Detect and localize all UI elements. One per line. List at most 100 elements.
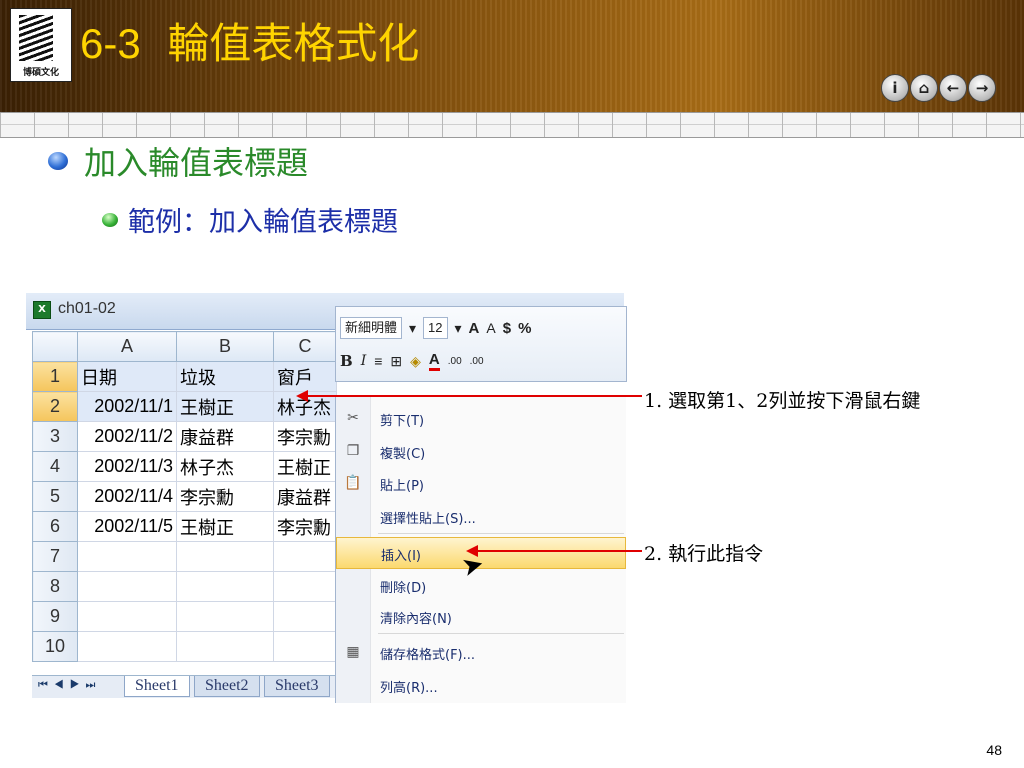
sheet-tab-3[interactable]: Sheet3	[264, 676, 330, 697]
annotation-note-1: 1. 選取第1、2列並按下滑鼠右鍵	[644, 390, 921, 412]
workbook-title: ch01-02	[58, 300, 116, 317]
cell[interactable]: 林子杰	[176, 451, 274, 482]
cell[interactable]	[176, 571, 274, 602]
column-header-b[interactable]: B	[176, 331, 274, 362]
cell[interactable]	[176, 601, 274, 632]
menu-separator	[378, 633, 624, 634]
menu-item-cut[interactable]: ✂ 剪下(T)	[336, 403, 626, 433]
cell[interactable]: 2002/11/3	[77, 451, 177, 482]
chevron-down-icon[interactable]: ▾	[455, 320, 462, 337]
format-cells-icon: ▦	[346, 644, 360, 660]
cell[interactable]: 王樹正	[273, 451, 337, 482]
cell[interactable]	[77, 631, 177, 662]
font-size-select[interactable]: 12	[423, 317, 448, 339]
cell[interactable]: 李宗勳	[273, 511, 337, 542]
table-row: 1 日期 垃圾 窗戶	[32, 361, 337, 392]
menu-item-format-cells[interactable]: ▦ 儲存格格式(F)...	[336, 637, 626, 667]
cell[interactable]	[77, 541, 177, 572]
annotation-arrow-1	[306, 395, 642, 397]
cell[interactable]: 李宗勳	[176, 481, 274, 512]
menu-item-label: 清除內容(N)	[380, 612, 452, 627]
bold-button[interactable]: B	[340, 352, 353, 370]
menu-item-label: 貼上(P)	[380, 479, 424, 494]
menu-item-label: 列高(R)...	[380, 681, 438, 696]
menu-item-label: 剪下(T)	[380, 414, 425, 429]
cell[interactable]: 2002/11/1	[77, 391, 177, 422]
home-icon[interactable]: ⌂	[910, 74, 938, 102]
fill-color-icon[interactable]: ◈	[410, 353, 421, 370]
cell[interactable]: 康益群	[176, 421, 274, 452]
cell[interactable]: 王樹正	[176, 391, 274, 422]
sheet-nav-arrows-icon[interactable]: ⏮◀▶⏭	[38, 679, 101, 692]
row-header[interactable]: 10	[32, 631, 78, 662]
info-icon[interactable]: i	[881, 74, 909, 102]
green-bullet-icon	[102, 212, 118, 227]
menu-item-row-height[interactable]: 列高(R)...	[336, 670, 626, 700]
align-center-icon[interactable]: ≡	[374, 353, 382, 369]
cell[interactable]: 李宗勳	[273, 421, 337, 452]
cell[interactable]: 2002/11/5	[77, 511, 177, 542]
cell[interactable]	[176, 541, 274, 572]
table-row: 10	[32, 631, 337, 662]
cell[interactable]	[77, 571, 177, 602]
forward-icon[interactable]: →	[968, 74, 996, 102]
cell[interactable]: 2002/11/4	[77, 481, 177, 512]
column-header-a[interactable]: A	[77, 331, 177, 362]
menu-item-label: 插入(I)	[381, 549, 421, 564]
row-header[interactable]: 2	[32, 391, 78, 422]
row-header[interactable]: 7	[32, 541, 78, 572]
grow-font-button[interactable]: A	[469, 320, 480, 337]
row-header[interactable]: 9	[32, 601, 78, 632]
font-color-button[interactable]: A	[428, 351, 440, 371]
column-header-c[interactable]: C	[273, 331, 337, 362]
cell[interactable]	[77, 601, 177, 632]
bullet-level2: 範例：加入輪值表標題	[102, 200, 398, 239]
currency-button[interactable]: $	[503, 320, 511, 337]
row-header[interactable]: 6	[32, 511, 78, 542]
table-row: 4 2002/11/3 林子杰 王樹正	[32, 451, 337, 482]
font-name-select[interactable]: 新細明體	[340, 317, 403, 339]
row-header[interactable]: 4	[32, 451, 78, 482]
cell[interactable]	[273, 601, 337, 632]
table-row: 6 2002/11/5 王樹正 李宗勳	[32, 511, 337, 542]
increase-decimal-button[interactable]: .00	[448, 356, 462, 367]
mini-toolbar-row2: B I ≡ ⊞ ◈ A .00 .00	[340, 351, 484, 371]
chevron-down-icon[interactable]: ▾	[409, 320, 416, 337]
table-row: 8	[32, 571, 337, 602]
decorative-ruler	[0, 112, 1024, 138]
cell[interactable]: 窗戶	[273, 361, 337, 392]
cell[interactable]	[273, 571, 337, 602]
sheet-tab-1[interactable]: Sheet1	[124, 676, 190, 697]
cell[interactable]: 王樹正	[176, 511, 274, 542]
excel-file-icon: X	[33, 301, 51, 319]
row-header[interactable]: 5	[32, 481, 78, 512]
row-header[interactable]: 8	[32, 571, 78, 602]
paste-icon: 📋	[344, 475, 362, 491]
decrease-decimal-button[interactable]: .00	[470, 356, 484, 367]
cell[interactable]: 康益群	[273, 481, 337, 512]
slide-nav-buttons: i ⌂ ← →	[881, 74, 996, 102]
row-header[interactable]: 1	[32, 361, 78, 392]
blue-bullet-icon	[48, 152, 68, 170]
cell[interactable]	[273, 541, 337, 572]
italic-button[interactable]: I	[361, 353, 367, 369]
cell[interactable]	[273, 631, 337, 662]
menu-item-paste[interactable]: 📋 貼上(P)	[336, 468, 626, 498]
cell[interactable]: 垃圾	[176, 361, 274, 392]
back-icon[interactable]: ←	[939, 74, 967, 102]
table-row: 7	[32, 541, 337, 572]
menu-item-paste-special[interactable]: 選擇性貼上(S)...	[336, 501, 626, 531]
borders-icon[interactable]: ⊞	[390, 353, 402, 370]
menu-item-clear-contents[interactable]: 清除內容(N)	[336, 601, 626, 631]
cell[interactable]: 2002/11/2	[77, 421, 177, 452]
select-all-corner[interactable]	[32, 331, 78, 362]
sheet-tab-2[interactable]: Sheet2	[194, 676, 260, 697]
row-header[interactable]: 3	[32, 421, 78, 452]
cell[interactable]: 日期	[77, 361, 177, 392]
shrink-font-button[interactable]: A	[486, 320, 495, 336]
context-menu: ✂ 剪下(T) ❐ 複製(C) 📋 貼上(P) 選擇性貼上(S)... 插入(I…	[335, 395, 626, 703]
percent-button[interactable]: %	[518, 320, 531, 337]
menu-item-copy[interactable]: ❐ 複製(C)	[336, 436, 626, 466]
cell[interactable]	[176, 631, 274, 662]
table-row: 3 2002/11/2 康益群 李宗勳	[32, 421, 337, 452]
